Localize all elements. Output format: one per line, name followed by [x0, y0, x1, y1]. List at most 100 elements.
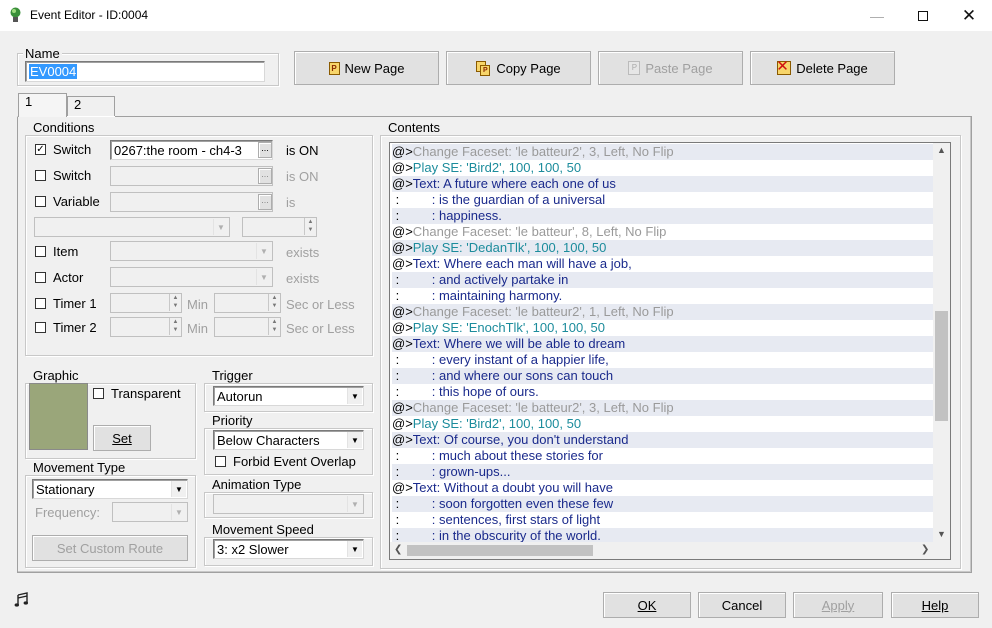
- event-command-row[interactable]: : : every instant of a happier life,: [392, 352, 935, 368]
- scroll-down-icon[interactable]: ▼: [937, 529, 946, 539]
- minimize-button[interactable]: —: [854, 0, 900, 31]
- switch1-checkbox[interactable]: ✓: [35, 144, 46, 155]
- event-command-row[interactable]: : : and actively partake in: [392, 272, 935, 288]
- tab-page-2[interactable]: 2: [67, 96, 115, 116]
- event-command-row[interactable]: : : happiness.: [392, 208, 935, 224]
- scroll-right-icon[interactable]: ❯: [921, 544, 929, 555]
- event-command-row[interactable]: : : grown-ups...: [392, 464, 935, 480]
- cancel-button[interactable]: Cancel: [698, 592, 786, 618]
- event-command-row[interactable]: @>Play SE: 'DedanTlk', 100, 100, 50: [392, 240, 935, 256]
- name-value: EV0004: [29, 64, 78, 79]
- scroll-left-icon[interactable]: ❮: [394, 544, 402, 555]
- variable-browse-button[interactable]: ...: [258, 194, 272, 210]
- event-command-row[interactable]: @>Play SE: 'Bird2', 100, 100, 50: [392, 416, 935, 432]
- command-text: Text: A future where each one of us: [412, 176, 616, 191]
- actor-label: Actor: [53, 270, 84, 285]
- event-command-row[interactable]: : : and where our sons can touch: [392, 368, 935, 384]
- variable-field[interactable]: ...: [110, 192, 273, 212]
- priority-dropdown[interactable]: Below Characters ▼: [213, 430, 364, 450]
- command-prefix: @>: [392, 304, 413, 319]
- item-checkbox[interactable]: [35, 246, 46, 257]
- event-command-row[interactable]: @>Text: Where each man will have a job,: [392, 256, 935, 272]
- movement-type-value: Stationary: [36, 482, 95, 497]
- event-command-row[interactable]: @>Text: Of course, you don't understand: [392, 432, 935, 448]
- event-command-row[interactable]: @>Change Faceset: 'le batteur2', 1, Left…: [392, 304, 935, 320]
- event-command-row[interactable]: @>Play SE: 'Bird2', 100, 100, 50: [392, 160, 935, 176]
- scroll-up-icon[interactable]: ▲: [937, 145, 946, 155]
- transparent-checkbox[interactable]: [93, 388, 104, 399]
- horizontal-scrollbar[interactable]: ❮ ❯: [390, 542, 933, 559]
- copy-page-button[interactable]: P Copy Page: [446, 51, 591, 85]
- event-command-row[interactable]: @>Change Faceset: 'le batteur', 8, Left,…: [392, 224, 935, 240]
- switch2-field[interactable]: ...: [110, 166, 273, 186]
- music-note-icon[interactable]: [14, 592, 30, 608]
- name-input[interactable]: EV0004: [25, 61, 265, 82]
- graphic-label: Graphic: [31, 368, 81, 383]
- actor-checkbox[interactable]: [35, 272, 46, 283]
- spinner-arrows-icon[interactable]: ▲ ▼: [304, 218, 316, 235]
- new-page-button[interactable]: P New Page: [294, 51, 439, 85]
- variable-checkbox[interactable]: [35, 196, 46, 207]
- spinner-arrows-icon[interactable]: ▲ ▼: [169, 318, 181, 335]
- timer1-min-spinner[interactable]: ▲ ▼: [110, 293, 182, 313]
- spinner-arrows-icon[interactable]: ▲ ▼: [268, 294, 280, 311]
- command-text: Change Faceset: 'le batteur', 8, Left, N…: [412, 224, 667, 239]
- switch1-field[interactable]: 0267:the room - ch4-3 ...: [110, 140, 273, 160]
- vertical-scrollbar[interactable]: ▲ ▼: [933, 143, 950, 543]
- event-command-row[interactable]: @>Text: Without a doubt you will have: [392, 480, 935, 496]
- tab-page-1[interactable]: 1: [18, 93, 67, 117]
- ok-button[interactable]: OK: [603, 592, 691, 618]
- paste-page-button[interactable]: P Paste Page: [598, 51, 743, 85]
- switch1-suffix: is ON: [286, 143, 319, 158]
- timer1-sec-spinner[interactable]: ▲ ▼: [214, 293, 281, 313]
- delete-page-button[interactable]: ✕ Delete Page: [750, 51, 895, 85]
- event-command-row[interactable]: @>Change Faceset: 'le batteur2', 3, Left…: [392, 400, 935, 416]
- switch1-browse-button[interactable]: ...: [258, 142, 272, 158]
- timer1-min-label: Min: [187, 297, 208, 312]
- event-command-row[interactable]: : : is the guardian of a universal: [392, 192, 935, 208]
- event-command-row[interactable]: : : sentences, first stars of light: [392, 512, 935, 528]
- timer2-checkbox[interactable]: [35, 322, 46, 333]
- variable-label: Variable: [53, 194, 100, 209]
- timer2-label: Timer 2: [53, 320, 97, 335]
- spinner-arrows-icon[interactable]: ▲ ▼: [268, 318, 280, 335]
- animation-type-dropdown[interactable]: ▼: [213, 494, 364, 514]
- spinner-arrows-icon[interactable]: ▲ ▼: [169, 294, 181, 311]
- trigger-dropdown[interactable]: Autorun ▼: [213, 386, 364, 406]
- event-command-row[interactable]: : : maintaining harmony.: [392, 288, 935, 304]
- frequency-dropdown[interactable]: ▼: [112, 502, 188, 522]
- timer2-sec-spinner[interactable]: ▲ ▼: [214, 317, 281, 337]
- graphic-preview[interactable]: [29, 383, 88, 450]
- help-label: Help: [921, 597, 949, 613]
- event-command-list[interactable]: @>Change Faceset: 'le batteur2', 3, Left…: [389, 142, 951, 560]
- vertical-scroll-thumb[interactable]: [935, 311, 948, 421]
- actor-dropdown[interactable]: ▼: [110, 267, 273, 287]
- forbid-overlap-checkbox[interactable]: [215, 456, 226, 467]
- event-command-row[interactable]: @>Play SE: 'EnochTlk', 100, 100, 50: [392, 320, 935, 336]
- maximize-button[interactable]: [900, 0, 946, 31]
- set-custom-route-label: Set Custom Route: [56, 540, 164, 556]
- timer2-min-spinner[interactable]: ▲ ▼: [110, 317, 182, 337]
- apply-button[interactable]: Apply: [793, 592, 883, 618]
- event-command-row[interactable]: : : soon forgotten even these few: [392, 496, 935, 512]
- event-command-row[interactable]: : : this hope of ours.: [392, 384, 935, 400]
- movement-type-dropdown[interactable]: Stationary ▼: [32, 479, 188, 499]
- item-dropdown[interactable]: ▼: [110, 241, 273, 261]
- timer1-checkbox[interactable]: [35, 298, 46, 309]
- timer2-min-label: Min: [187, 321, 208, 336]
- event-command-row[interactable]: @>Text: Where we will be able to dream: [392, 336, 935, 352]
- variable-operator-dropdown[interactable]: ▼: [34, 217, 230, 237]
- variable-value-spinner[interactable]: ▲ ▼: [242, 217, 317, 237]
- set-graphic-button[interactable]: Set: [93, 425, 151, 451]
- event-command-row[interactable]: : : much about these stories for: [392, 448, 935, 464]
- tab-label: 2: [74, 97, 82, 112]
- event-command-row[interactable]: @>Text: A future where each one of us: [392, 176, 935, 192]
- switch2-checkbox[interactable]: [35, 170, 46, 181]
- switch2-browse-button[interactable]: ...: [258, 168, 272, 184]
- horizontal-scroll-thumb[interactable]: [407, 545, 593, 556]
- set-custom-route-button[interactable]: Set Custom Route: [32, 535, 188, 561]
- help-button[interactable]: Help: [891, 592, 979, 618]
- movement-speed-dropdown[interactable]: 3: x2 Slower ▼: [213, 539, 364, 559]
- close-button[interactable]: ✕: [946, 0, 992, 31]
- event-command-row[interactable]: @>Change Faceset: 'le batteur2', 3, Left…: [392, 144, 935, 160]
